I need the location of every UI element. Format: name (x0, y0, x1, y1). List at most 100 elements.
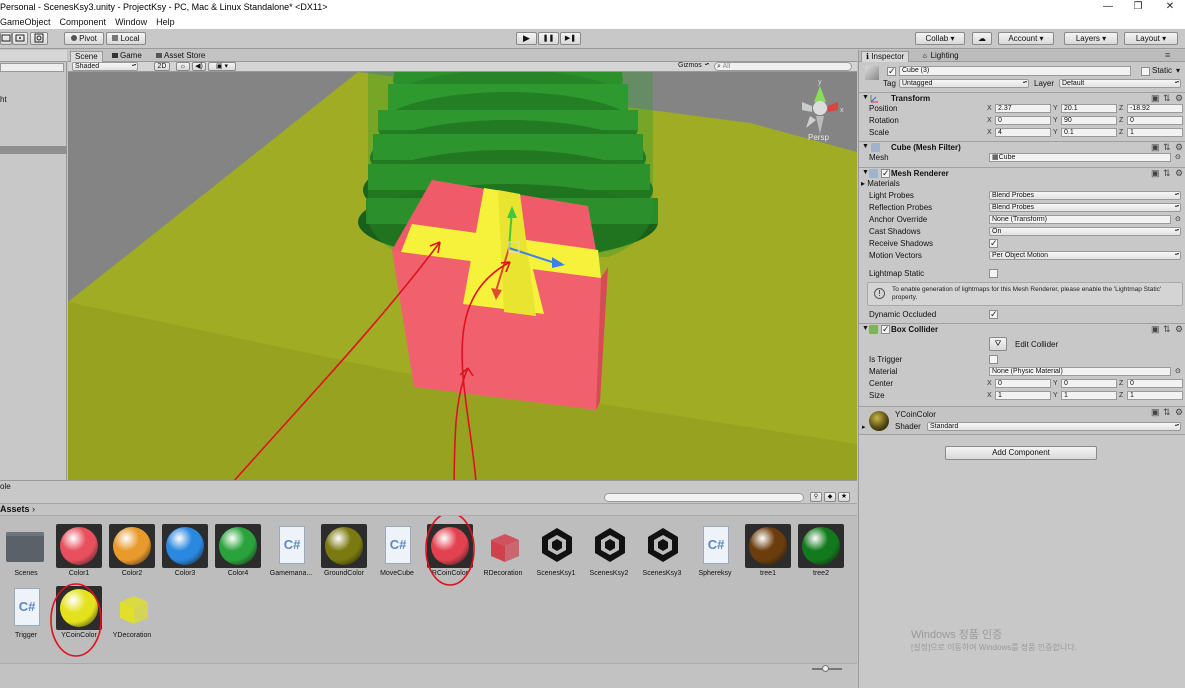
is-trigger-checkbox[interactable] (989, 355, 998, 364)
size-axis-label[interactable]: X (987, 392, 992, 399)
help-icon[interactable]: ▣ (1151, 168, 1160, 179)
asset-item[interactable]: YDecoration (106, 580, 158, 640)
scene-viewport[interactable]: y x Persp (68, 72, 857, 480)
motion-vectors-dropdown[interactable]: Per Object Motion (989, 251, 1181, 260)
asset-item[interactable]: tree1 (742, 518, 794, 578)
preset-icon[interactable]: ⇅ (1163, 142, 1171, 153)
scale-field[interactable]: 1 (1127, 128, 1183, 137)
center-field[interactable]: 0 (1061, 379, 1117, 388)
effects-toggle-icon[interactable]: ▣ ▾ (208, 62, 236, 71)
dynamic-occluded-checkbox[interactable] (989, 309, 998, 320)
position-axis-label[interactable]: Z (1119, 105, 1123, 112)
pause-button[interactable]: ❚❚ (538, 32, 559, 45)
position-axis-label[interactable]: X (987, 105, 992, 112)
menu-help[interactable]: Help (156, 16, 175, 28)
lightmap-static-checkbox[interactable] (989, 269, 998, 278)
anchor-override-field[interactable]: None (Transform) (989, 215, 1171, 224)
light-probes-dropdown[interactable]: Blend Probes (989, 191, 1181, 200)
object-picker-icon[interactable]: ⊙ (1175, 153, 1181, 163)
cast-shadows-dropdown[interactable]: On (989, 227, 1181, 236)
zoom-slider-thumb[interactable] (822, 665, 829, 672)
tab-asset-store[interactable]: Asset Store (152, 51, 209, 62)
collab-dropdown[interactable]: Collab ▾ (915, 32, 965, 45)
mesh-renderer-enabled-checkbox[interactable] (881, 168, 890, 179)
scale-field[interactable]: 0.1 (1061, 128, 1117, 137)
restore-button[interactable]: ❐ (1124, 0, 1152, 16)
gear-icon[interactable]: ⚙ (1175, 407, 1183, 418)
asset-item[interactable]: C# MoveCube (371, 518, 423, 578)
filter-label-icon[interactable]: ◆ (824, 492, 836, 502)
scene-search-input[interactable]: ⌕ All (714, 62, 852, 71)
tag-dropdown[interactable]: Untagged (899, 79, 1029, 88)
rotation-field[interactable]: 0 (1127, 116, 1183, 125)
close-button[interactable]: ✕ (1156, 0, 1184, 16)
preset-icon[interactable]: ⇅ (1163, 93, 1171, 104)
asset-item[interactable]: RDecoration (477, 518, 529, 578)
add-component-button[interactable]: Add Component (945, 446, 1097, 460)
help-icon[interactable]: ▣ (1151, 142, 1160, 153)
center-axis-label[interactable]: X (987, 380, 992, 387)
asset-item[interactable]: Color4 (212, 518, 264, 578)
help-icon[interactable]: ▣ (1151, 407, 1160, 418)
pivot-toggle[interactable]: Pivot (64, 32, 104, 45)
asset-item[interactable]: Scenes (0, 518, 52, 578)
help-icon[interactable]: ▣ (1151, 93, 1160, 104)
asset-item[interactable]: RCoinColor (424, 518, 476, 578)
scale-axis-label[interactable]: X (987, 129, 992, 136)
gear-icon[interactable]: ⚙ (1175, 93, 1183, 104)
position-field[interactable]: 2.37 (995, 104, 1051, 113)
layers-dropdown[interactable]: Layers ▾ (1064, 32, 1118, 45)
preset-icon[interactable]: ⇅ (1163, 168, 1171, 179)
account-dropdown[interactable]: Account ▾ (998, 32, 1054, 45)
transform-tool-icon[interactable] (30, 32, 48, 45)
asset-item[interactable]: ScenesKsy3 (636, 518, 688, 578)
asset-item[interactable]: Color1 (53, 518, 105, 578)
object-name-field[interactable]: Cube (3) (899, 66, 1131, 76)
rotation-axis-label[interactable]: Z (1119, 117, 1123, 124)
position-axis-label[interactable]: Y (1053, 105, 1058, 112)
gear-icon[interactable]: ⚙ (1175, 324, 1183, 335)
size-field[interactable]: 1 (1127, 391, 1183, 400)
mesh-renderer-header[interactable]: ▼ Mesh Renderer ▣ ⇅ ⚙ (859, 167, 1185, 179)
help-icon[interactable]: ▣ (1151, 324, 1160, 335)
lighting-toggle-icon[interactable]: ☼ (176, 62, 190, 71)
material-header[interactable]: YCoinColor ▸ Shader Standard ▣ ⇅ ⚙ (859, 406, 1185, 434)
asset-item[interactable]: ScenesKsy2 (583, 518, 635, 578)
rect-transform-tool-icon[interactable] (12, 32, 28, 45)
breadcrumb-assets[interactable]: Assets (0, 504, 30, 514)
gear-icon[interactable]: ⚙ (1175, 168, 1183, 179)
position-field[interactable]: 20.1 (1061, 104, 1117, 113)
tab-scene[interactable]: Scene (70, 51, 103, 62)
tab-lighting[interactable]: ☼ Lighting (917, 51, 963, 62)
position-field[interactable]: -18.92 (1127, 104, 1183, 113)
panel-menu-icon[interactable]: ≡ (1165, 50, 1170, 60)
scale-axis-label[interactable]: Y (1053, 129, 1058, 136)
mesh-filter-header[interactable]: ▼ Cube (Mesh Filter) ▣ ⇅ ⚙ (859, 141, 1185, 153)
mesh-field[interactable]: ▦Cube (989, 153, 1171, 162)
receive-shadows-checkbox[interactable] (989, 238, 998, 249)
rect-tool-icon[interactable] (0, 32, 12, 45)
gear-icon[interactable]: ⚙ (1175, 142, 1183, 153)
menu-component[interactable]: Component (60, 16, 107, 28)
hierarchy-selected-row[interactable] (0, 146, 67, 154)
size-axis-label[interactable]: Z (1119, 392, 1123, 399)
asset-item[interactable]: tree2 (795, 518, 847, 578)
asset-item[interactable]: ScenesKsy1 (530, 518, 582, 578)
asset-item[interactable]: C# Gamemana... (265, 518, 317, 578)
layer-dropdown[interactable]: Default (1059, 79, 1181, 88)
rotation-axis-label[interactable]: Y (1053, 117, 1058, 124)
hierarchy-item[interactable]: ht (0, 95, 7, 104)
static-dropdown-icon[interactable]: ▾ (1176, 66, 1180, 76)
reflection-probes-dropdown[interactable]: Blend Probes (989, 203, 1181, 212)
size-field[interactable]: 1 (1061, 391, 1117, 400)
tab-game[interactable]: Game (108, 51, 146, 62)
active-checkbox[interactable] (887, 66, 896, 77)
layout-dropdown[interactable]: Layout ▾ (1124, 32, 1178, 45)
center-field[interactable]: 0 (1127, 379, 1183, 388)
preset-icon[interactable]: ⇅ (1163, 324, 1171, 335)
materials-foldout[interactable]: ▸ Materials (861, 179, 900, 189)
rotation-field[interactable]: 0 (995, 116, 1051, 125)
transform-header[interactable]: ▼ Transform ▣ ⇅ ⚙ (859, 92, 1185, 104)
rotation-field[interactable]: 90 (1061, 116, 1117, 125)
edit-collider-button[interactable]: ⛛ (989, 337, 1007, 351)
